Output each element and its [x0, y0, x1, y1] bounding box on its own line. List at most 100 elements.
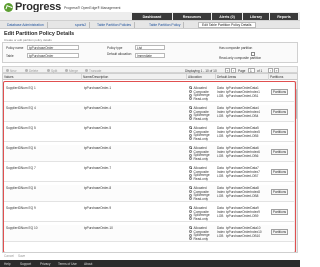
allocation-radio[interactable]: [189, 149, 192, 153]
table-row[interactable]: SupplierIDNum EQ 5 tpPurchaseOrder-5 Alloc…: [3, 125, 296, 142]
partitions-button[interactable]: Partitions: [271, 129, 288, 135]
policy-type-field[interactable]: List: [135, 45, 165, 50]
allocation-radio[interactable]: [189, 197, 192, 201]
table-row[interactable]: SupplierIDNum EQ 10 tpPurchaseOrder-10 All…: [3, 225, 296, 242]
save-button[interactable]: Save: [18, 254, 25, 259]
partitions-button[interactable]: Partitions: [271, 209, 288, 215]
partition-value[interactable]: SupplierIDNum EQ 7: [6, 166, 36, 170]
partition-name[interactable]: tpPurchaseOrder-4: [84, 106, 111, 110]
partition-name[interactable]: tpPurchaseOrder-10: [84, 226, 113, 230]
allocation-radio[interactable]: [189, 166, 192, 169]
allocation-radio[interactable]: [189, 209, 192, 213]
partition-value[interactable]: SupplierIDNum EQ 5: [6, 126, 36, 130]
partition-name[interactable]: tpPurchaseOrder-6: [84, 146, 111, 150]
lob-area-value[interactable]: tpPurchaseOrderLOB7: [226, 174, 258, 178]
partitions-button[interactable]: Partitions: [271, 89, 288, 95]
breadcrumb-db-admin[interactable]: Database Administration: [4, 22, 48, 28]
partitions-button[interactable]: Partitions: [271, 109, 288, 115]
partition-name[interactable]: tpPurchaseOrder-1: [84, 86, 111, 90]
table-field[interactable]: tpPurchaseOrder: [27, 53, 79, 58]
table-row[interactable]: SupplierIDNum EQ 6 tpPurchaseOrder-6 Alloc…: [3, 145, 296, 162]
allocation-radio[interactable]: [189, 153, 192, 157]
allocation-radio[interactable]: [189, 237, 192, 241]
allocation-radio[interactable]: [189, 109, 192, 113]
lob-area-value[interactable]: tpPurchaseOrderLOB5: [226, 134, 258, 138]
lob-area-value[interactable]: tpPurchaseOrderLOB6: [226, 154, 258, 158]
allocation-radio[interactable]: [189, 217, 192, 221]
breadcrumb-policy[interactable]: Table Partition Policy: [146, 22, 185, 28]
allocation-radio[interactable]: [189, 206, 192, 209]
default-allocation-field[interactable]: Immediate: [135, 53, 165, 58]
table-row[interactable]: SupplierIDNum EQ 1 tpPurchaseOrder-1 Alloc…: [3, 85, 296, 102]
lob-area-value[interactable]: tpPurchaseOrderLOB4: [226, 114, 258, 118]
partition-name[interactable]: tpPurchaseOrder-9: [84, 206, 111, 210]
footer-terms-link[interactable]: Terms of Use: [58, 262, 77, 266]
allocation-radio[interactable]: [189, 106, 192, 109]
allocation-radio[interactable]: [189, 86, 192, 89]
allocation-radio[interactable]: [189, 169, 192, 173]
lob-area-value[interactable]: tpPurchaseOrderLOB1: [226, 94, 258, 98]
policy-name-field[interactable]: tpPurchaseOrder: [27, 45, 79, 50]
allocation-radio[interactable]: [189, 177, 192, 181]
lob-area-value[interactable]: tpPurchaseOrderLOB10: [226, 234, 260, 238]
allocation-radio[interactable]: [189, 233, 192, 237]
partitions-button[interactable]: Partitions: [271, 169, 288, 175]
partition-name[interactable]: tpPurchaseOrder-7: [84, 166, 111, 170]
allocation-radio[interactable]: [189, 146, 192, 149]
breadcrumb-policies[interactable]: Table Partition Policies: [94, 22, 136, 28]
cancel-button[interactable]: Cancel: [4, 254, 14, 259]
table-row[interactable]: SupplierIDNum EQ 9 tpPurchaseOrder-9 Alloc…: [3, 205, 296, 222]
partition-value[interactable]: SupplierIDNum EQ 9: [6, 206, 36, 210]
footer-support-link[interactable]: Support: [20, 262, 31, 266]
allocation-radio[interactable]: [189, 97, 192, 101]
allocation-radio[interactable]: [189, 186, 192, 189]
partitions-button[interactable]: Partitions: [271, 149, 288, 155]
partition-value[interactable]: SupplierIDNum EQ 8: [6, 186, 36, 190]
has-composite-checkbox[interactable]: [251, 52, 255, 56]
allocation-radio[interactable]: [189, 189, 192, 193]
table-row[interactable]: SupplierIDNum EQ 4 tpPurchaseOrder-4 Alloc…: [3, 105, 296, 122]
column-values[interactable]: Values: [3, 74, 82, 80]
column-allocation[interactable]: Allocation: [187, 74, 216, 80]
nav-dashboard[interactable]: Dashboard: [132, 13, 172, 20]
partition-value[interactable]: SupplierIDNum EQ 1: [6, 86, 36, 90]
allocation-radio[interactable]: [189, 113, 192, 117]
allocation-radio[interactable]: [189, 89, 192, 93]
footer-help-link[interactable]: Help: [4, 262, 11, 266]
allocation-radio[interactable]: [189, 129, 192, 133]
allocation-radio[interactable]: [189, 173, 192, 177]
table-row[interactable]: SupplierIDNum EQ 7 tpPurchaseOrder-7 Alloc…: [3, 165, 296, 182]
allocation-radio[interactable]: [189, 213, 192, 217]
partition-value[interactable]: SupplierIDNum EQ 6: [6, 146, 36, 150]
partitions-button[interactable]: Partitions: [271, 229, 288, 235]
nav-reports[interactable]: Reports: [270, 13, 298, 20]
partition-value[interactable]: SupplierIDNum EQ 4: [6, 106, 36, 110]
lob-area-value[interactable]: tpPurchaseOrderLOB8: [226, 194, 258, 198]
partition-name[interactable]: tpPurchaseOrder-8: [84, 186, 111, 190]
footer-about-link[interactable]: About: [84, 262, 92, 266]
allocation-radio[interactable]: [189, 117, 192, 121]
partition-value[interactable]: SupplierIDNum EQ 10: [6, 226, 38, 230]
allocation-radio[interactable]: [189, 229, 192, 233]
column-name-description[interactable]: Name/Description: [82, 74, 187, 80]
scrollbar-thumb[interactable]: [294, 89, 297, 119]
partition-name[interactable]: tpPurchaseOrder-5: [84, 126, 111, 130]
allocation-radio[interactable]: [189, 133, 192, 137]
table-row[interactable]: SupplierIDNum EQ 8 tpPurchaseOrder-8 Alloc…: [3, 185, 296, 202]
column-partitions[interactable]: Partitions: [269, 74, 297, 80]
allocation-radio[interactable]: [189, 93, 192, 97]
footer-privacy-link[interactable]: Privacy: [40, 262, 50, 266]
allocation-radio[interactable]: [189, 193, 192, 197]
nav-library[interactable]: Library: [243, 13, 269, 20]
nav-resources[interactable]: Resources: [173, 13, 211, 20]
allocation-radio[interactable]: [189, 226, 192, 229]
table-scrollbar[interactable]: [294, 81, 297, 252]
partitions-button[interactable]: Partitions: [271, 189, 288, 195]
column-default-areas[interactable]: Default Areas: [216, 74, 269, 80]
nav-alerts[interactable]: Alerts (0): [212, 13, 242, 20]
lob-area-value[interactable]: tpPurchaseOrderLOB9: [226, 214, 258, 218]
allocation-radio[interactable]: [189, 137, 192, 141]
breadcrumb-sports2[interactable]: sports2: [72, 22, 91, 28]
allocation-radio[interactable]: [189, 157, 192, 161]
allocation-radio[interactable]: [189, 126, 192, 129]
